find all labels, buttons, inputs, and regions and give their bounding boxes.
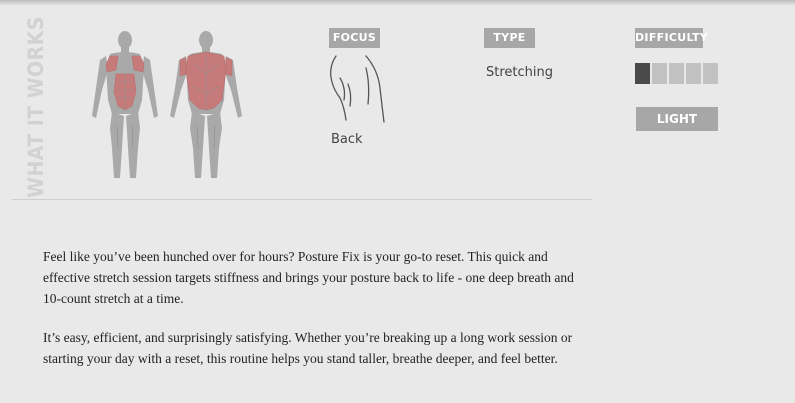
front-muscle-figure: [88, 30, 162, 182]
divider: [12, 199, 592, 200]
section-title-text: WHAT IT WORKS: [24, 16, 48, 198]
difficulty-segment: [635, 63, 650, 84]
description-paragraph-1: Feel like you’ve been hunched over for h…: [43, 249, 574, 306]
difficulty-segment: [652, 63, 667, 84]
difficulty-meter: [635, 63, 718, 84]
type-label: TYPE: [484, 28, 535, 48]
difficulty-segment: [703, 63, 718, 84]
type-value: Stretching: [486, 65, 553, 80]
focus-label: FOCUS: [329, 28, 380, 48]
focus-value: Back: [331, 132, 363, 147]
difficulty-badge: LIGHT: [636, 107, 718, 131]
difficulty-label: DIFFICULTY: [635, 28, 708, 48]
back-muscle-figure: [166, 30, 246, 182]
difficulty-segment: [686, 63, 701, 84]
section-title: WHAT IT WORKS: [22, 16, 50, 198]
description-paragraph-2: It’s easy, efficient, and surprisingly s…: [43, 330, 573, 366]
top-shadow: [0, 0, 795, 6]
back-torso-icon: [326, 54, 388, 131]
difficulty-segment: [669, 63, 684, 84]
